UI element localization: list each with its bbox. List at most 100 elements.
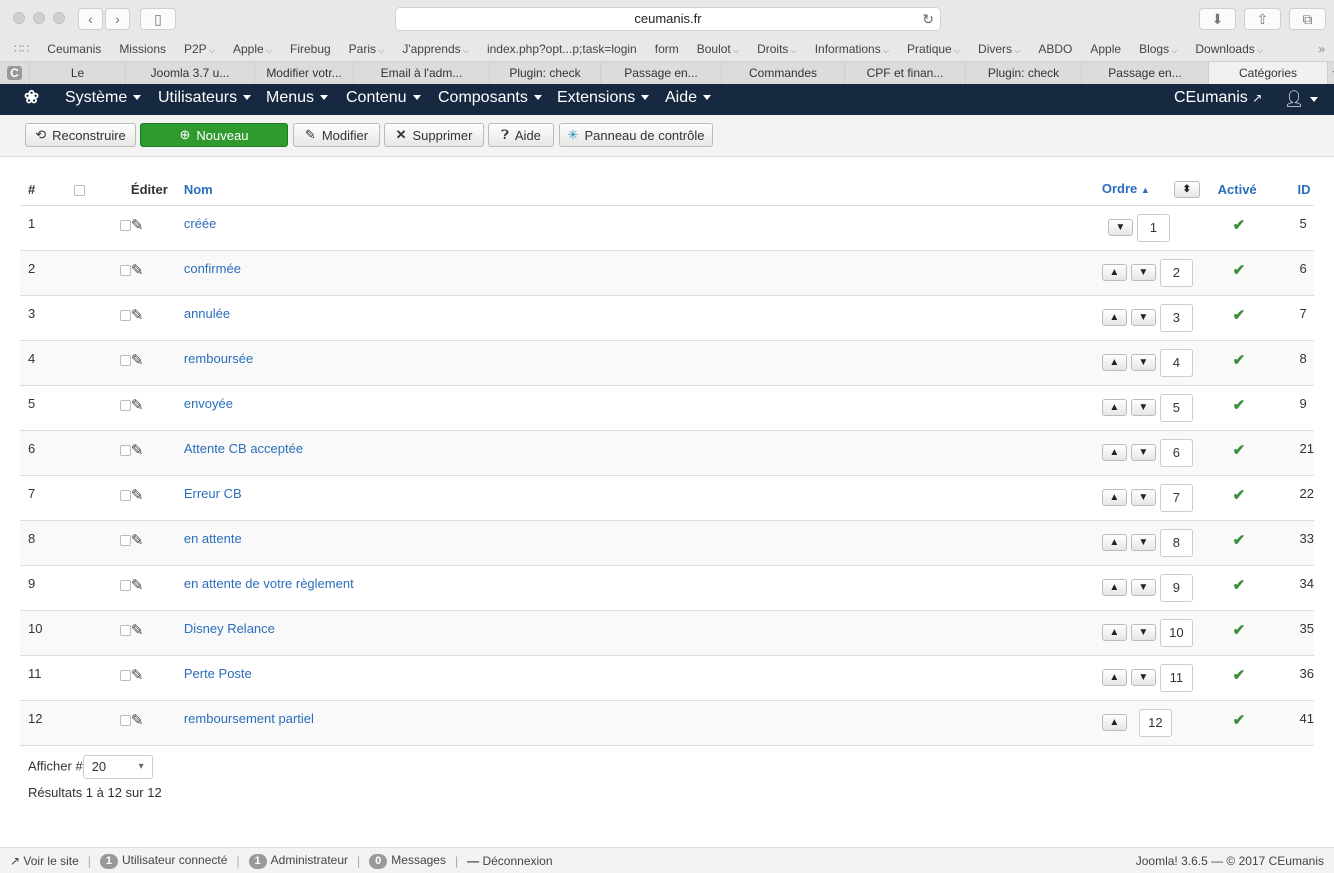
browser-tab[interactable]: Modifier votr... [255, 62, 354, 84]
row-checkbox[interactable] [119, 669, 131, 681]
save-order-button[interactable]: ⬍ [1173, 181, 1200, 199]
order-input[interactable]: 5 [1159, 393, 1193, 422]
browser-tab[interactable]: Plugin: check [490, 62, 601, 84]
help-button[interactable]: ❓︎ Aide [488, 123, 554, 147]
row-checkbox[interactable] [119, 534, 131, 546]
move-down-button[interactable]: ▼ [1130, 669, 1156, 686]
move-down-button[interactable]: ▼ [1130, 444, 1156, 461]
check-all-checkbox[interactable] [73, 184, 85, 196]
pinned-tab[interactable]: C [0, 62, 30, 84]
limit-select[interactable]: 20 [82, 755, 153, 779]
browser-tab[interactable]: Passage en... [1082, 62, 1209, 84]
pencil-icon[interactable]: ✎ [131, 442, 144, 459]
category-name-link[interactable]: créée [184, 216, 217, 231]
bookmark-item[interactable]: Downloads [1186, 42, 1272, 56]
menu-help[interactable]: Aide [665, 89, 712, 107]
published-check-icon[interactable]: ✔ [1233, 217, 1246, 234]
order-input[interactable]: 12 [1138, 708, 1172, 737]
pencil-icon[interactable]: ✎ [131, 397, 144, 414]
new-button[interactable]: ⊕ Nouveau [140, 123, 288, 147]
row-checkbox[interactable] [119, 354, 131, 366]
move-up-button[interactable]: ▲ [1101, 444, 1127, 461]
bookmark-item[interactable]: Pratique [898, 42, 969, 56]
column-id[interactable]: ID [1297, 175, 1314, 206]
pencil-icon[interactable]: ✎ [131, 217, 144, 234]
pencil-icon[interactable]: ✎ [131, 622, 144, 639]
order-input[interactable]: 2 [1159, 258, 1193, 287]
pencil-icon[interactable]: ✎ [131, 307, 144, 324]
pencil-icon[interactable]: ✎ [131, 262, 144, 279]
new-tab-button[interactable]: + [1328, 62, 1334, 84]
browser-tab[interactable]: Le [30, 62, 126, 84]
bookmark-item[interactable]: index.php?opt...p;task=login [478, 42, 646, 56]
browser-tab[interactable]: Catégories [1209, 62, 1328, 84]
category-name-link[interactable]: annulée [184, 306, 230, 321]
published-check-icon[interactable]: ✔ [1233, 442, 1246, 459]
column-name[interactable]: Nom [183, 175, 1102, 206]
row-checkbox[interactable] [119, 399, 131, 411]
pencil-icon[interactable]: ✎ [131, 712, 144, 729]
row-checkbox[interactable] [119, 309, 131, 321]
order-input[interactable]: 10 [1159, 618, 1193, 647]
view-site-link[interactable]: ↗ Voir le site [10, 854, 79, 868]
published-check-icon[interactable]: ✔ [1233, 307, 1246, 324]
row-checkbox[interactable] [119, 444, 131, 456]
pencil-icon[interactable]: ✎ [131, 352, 144, 369]
move-down-button[interactable]: ▼ [1130, 399, 1156, 416]
address-bar[interactable]: ceumanis.fr ↻ [395, 7, 941, 31]
category-name-link[interactable]: remboursée [184, 351, 253, 366]
users-online[interactable]: 1 Utilisateur connecté [99, 853, 227, 869]
site-link[interactable]: CEumanis ↗ [1174, 89, 1262, 107]
published-check-icon[interactable]: ✔ [1233, 667, 1246, 684]
back-button[interactable]: ‹ [78, 8, 103, 30]
category-name-link[interactable]: Attente CB acceptée [184, 441, 303, 456]
row-checkbox[interactable] [119, 264, 131, 276]
bookmark-item[interactable]: P2P [175, 42, 224, 56]
bookmark-item[interactable]: J'apprends [393, 42, 478, 56]
move-down-button[interactable]: ▼ [1130, 489, 1156, 506]
delete-button[interactable]: ✕ Supprimer [384, 123, 484, 147]
move-up-button[interactable]: ▲ [1101, 264, 1127, 281]
published-check-icon[interactable]: ✔ [1233, 352, 1246, 369]
bookmark-item[interactable]: Apple [224, 42, 281, 56]
user-menu[interactable]: 👤︎ [1284, 89, 1319, 109]
rebuild-button[interactable]: ⟲ Reconstruire [25, 123, 136, 147]
category-name-link[interactable]: Perte Poste [184, 666, 252, 681]
pencil-icon[interactable]: ✎ [131, 487, 144, 504]
category-name-link[interactable]: Erreur CB [184, 486, 242, 501]
menu-components[interactable]: Composants [438, 89, 542, 107]
move-down-button[interactable]: ▼ [1130, 264, 1156, 281]
published-check-icon[interactable]: ✔ [1233, 577, 1246, 594]
bookmark-item[interactable]: Droits [748, 42, 806, 56]
column-active[interactable]: Activé [1217, 175, 1298, 206]
row-checkbox[interactable] [119, 579, 131, 591]
published-check-icon[interactable]: ✔ [1233, 622, 1246, 639]
column-order[interactable]: Ordre ▲ ⬍ [1101, 175, 1218, 206]
sidebar-toggle-button[interactable]: ▯ [140, 8, 176, 30]
close-window-button[interactable] [13, 12, 25, 24]
category-name-link[interactable]: Disney Relance [184, 621, 275, 636]
browser-tab[interactable]: Joomla 3.7 u... [126, 62, 255, 84]
move-down-button[interactable]: ▼ [1130, 624, 1156, 641]
logout-link[interactable]: — Déconnexion [467, 854, 552, 868]
order-input[interactable]: 3 [1159, 303, 1193, 332]
menu-content[interactable]: Contenu [346, 89, 421, 107]
order-input[interactable]: 9 [1159, 573, 1193, 602]
browser-tab[interactable]: CPF et finan... [845, 62, 966, 84]
move-up-button[interactable]: ▲ [1101, 669, 1127, 686]
category-name-link[interactable]: confirmée [184, 261, 241, 276]
browser-tab[interactable]: Passage en... [601, 62, 722, 84]
move-down-button[interactable]: ▼ [1107, 219, 1133, 236]
zoom-window-button[interactable] [53, 12, 65, 24]
move-up-button[interactable]: ▲ [1101, 354, 1127, 371]
bookmark-item[interactable]: Firebug [281, 42, 340, 56]
grid-icon[interactable]: ∷∷ [0, 42, 38, 56]
move-up-button[interactable]: ▲ [1101, 489, 1127, 506]
bookmark-item[interactable]: Paris [340, 42, 394, 56]
control-panel-button[interactable]: ✳ Panneau de contrôle [559, 123, 713, 147]
menu-extensions[interactable]: Extensions [557, 89, 650, 107]
category-name-link[interactable]: envoyée [184, 396, 233, 411]
menu-menus[interactable]: Menus [266, 89, 329, 107]
move-up-button[interactable]: ▲ [1101, 579, 1127, 596]
move-up-button[interactable]: ▲ [1101, 534, 1127, 551]
